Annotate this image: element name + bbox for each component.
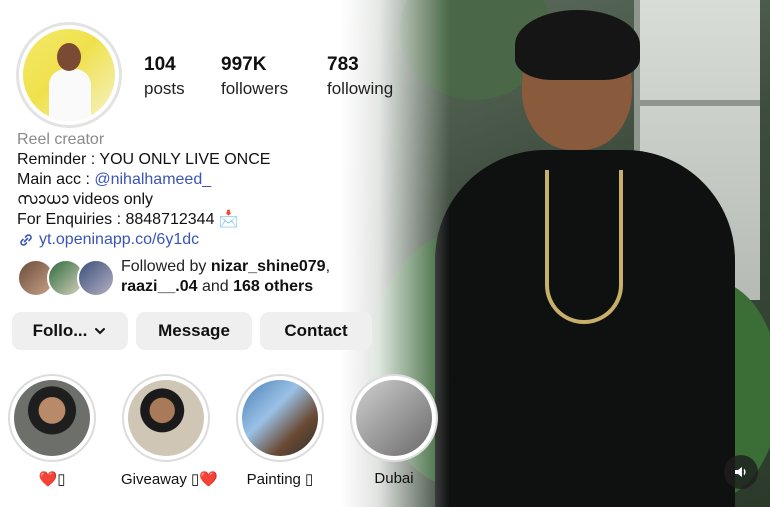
chevron-down-icon [95, 328, 106, 335]
highlight-label: ❤️▯ [38, 471, 66, 488]
stat-number: 104 [144, 54, 176, 75]
followed-by-text: Followed by nizar_shine079, raazi__.04 a… [121, 257, 330, 297]
highlight-ring [350, 374, 438, 462]
highlight-label: Dubai [374, 470, 414, 487]
bio-line-main-acc: Main acc : @nihalhameed_ [17, 170, 270, 190]
followed-by[interactable]: Followed by nizar_shine079, raazi__.04 a… [17, 257, 330, 297]
bio-line: Main acc : [17, 171, 95, 188]
contact-button[interactable]: Contact [260, 312, 372, 350]
bio-line: Reminder : YOU ONLY LIVE ONCE [17, 151, 271, 168]
following-button[interactable]: Follo... [12, 312, 128, 350]
followed-separator: , [325, 258, 331, 275]
stat-label: following [327, 79, 394, 98]
highlight-image [14, 380, 90, 456]
highlight-ring [236, 374, 324, 462]
highlight-ring [122, 374, 210, 462]
bio-line: For Enquiries : 8848712344 📩 [17, 211, 239, 228]
story-highlight[interactable]: ❤️▯ [7, 374, 97, 488]
profile-link-text: yt.openinapp.co/6y1dc [39, 231, 200, 248]
avatar-shirt [49, 69, 91, 121]
highlight-label: Giveaway ▯❤️ [121, 471, 218, 488]
message-button[interactable]: Message [136, 312, 252, 350]
followed-user[interactable]: nizar_shine079 [211, 258, 326, 275]
highlight-label: Painting ▯ [246, 471, 314, 488]
avatar-head [57, 43, 81, 71]
profile-avatar[interactable] [16, 22, 122, 128]
bio-line: സാധാ videos only [17, 191, 154, 208]
link-icon [20, 234, 32, 246]
stat-followers[interactable]: 997K followers [221, 54, 288, 99]
stat-posts[interactable]: 104 posts [144, 54, 185, 99]
stat-label: followers [221, 79, 289, 98]
avatar-image [23, 29, 115, 121]
highlight-image [242, 380, 318, 456]
followed-by-avatars [17, 259, 115, 297]
highlight-image [128, 380, 204, 456]
profile-link[interactable]: yt.openinapp.co/6y1dc [17, 230, 270, 250]
highlight-ring [8, 374, 96, 462]
speaker-icon [735, 467, 746, 477]
stat-following[interactable]: 783 following [327, 54, 393, 99]
followed-others[interactable]: 168 others [233, 278, 313, 295]
profile-bio: Reel creator Reminder : YOU ONLY LIVE ON… [17, 130, 270, 250]
mutual-avatar [77, 259, 115, 297]
main-account-link[interactable]: @nihalhameed_ [94, 171, 211, 188]
profile-category: Reel creator [17, 131, 105, 148]
stat-number: 783 [327, 54, 359, 75]
sound-toggle-button[interactable] [724, 455, 758, 489]
stat-number: 997K [221, 54, 267, 75]
stat-label: posts [144, 79, 185, 98]
followed-by-prefix: Followed by [121, 258, 211, 275]
following-button-label: Follo... [32, 321, 88, 340]
highlight-image [356, 380, 432, 456]
message-button-label: Message [158, 321, 230, 340]
contact-button-label: Contact [284, 321, 348, 340]
followed-user[interactable]: raazi__.04 [121, 278, 198, 295]
person-hair [515, 10, 640, 80]
story-highlight[interactable]: Giveaway ▯❤️ [121, 374, 218, 488]
kurta-embroidery [545, 170, 623, 324]
story-highlight[interactable]: Dubai [349, 374, 439, 487]
story-highlight[interactable]: Painting ▯ [235, 374, 325, 488]
followed-and: and [197, 278, 234, 295]
